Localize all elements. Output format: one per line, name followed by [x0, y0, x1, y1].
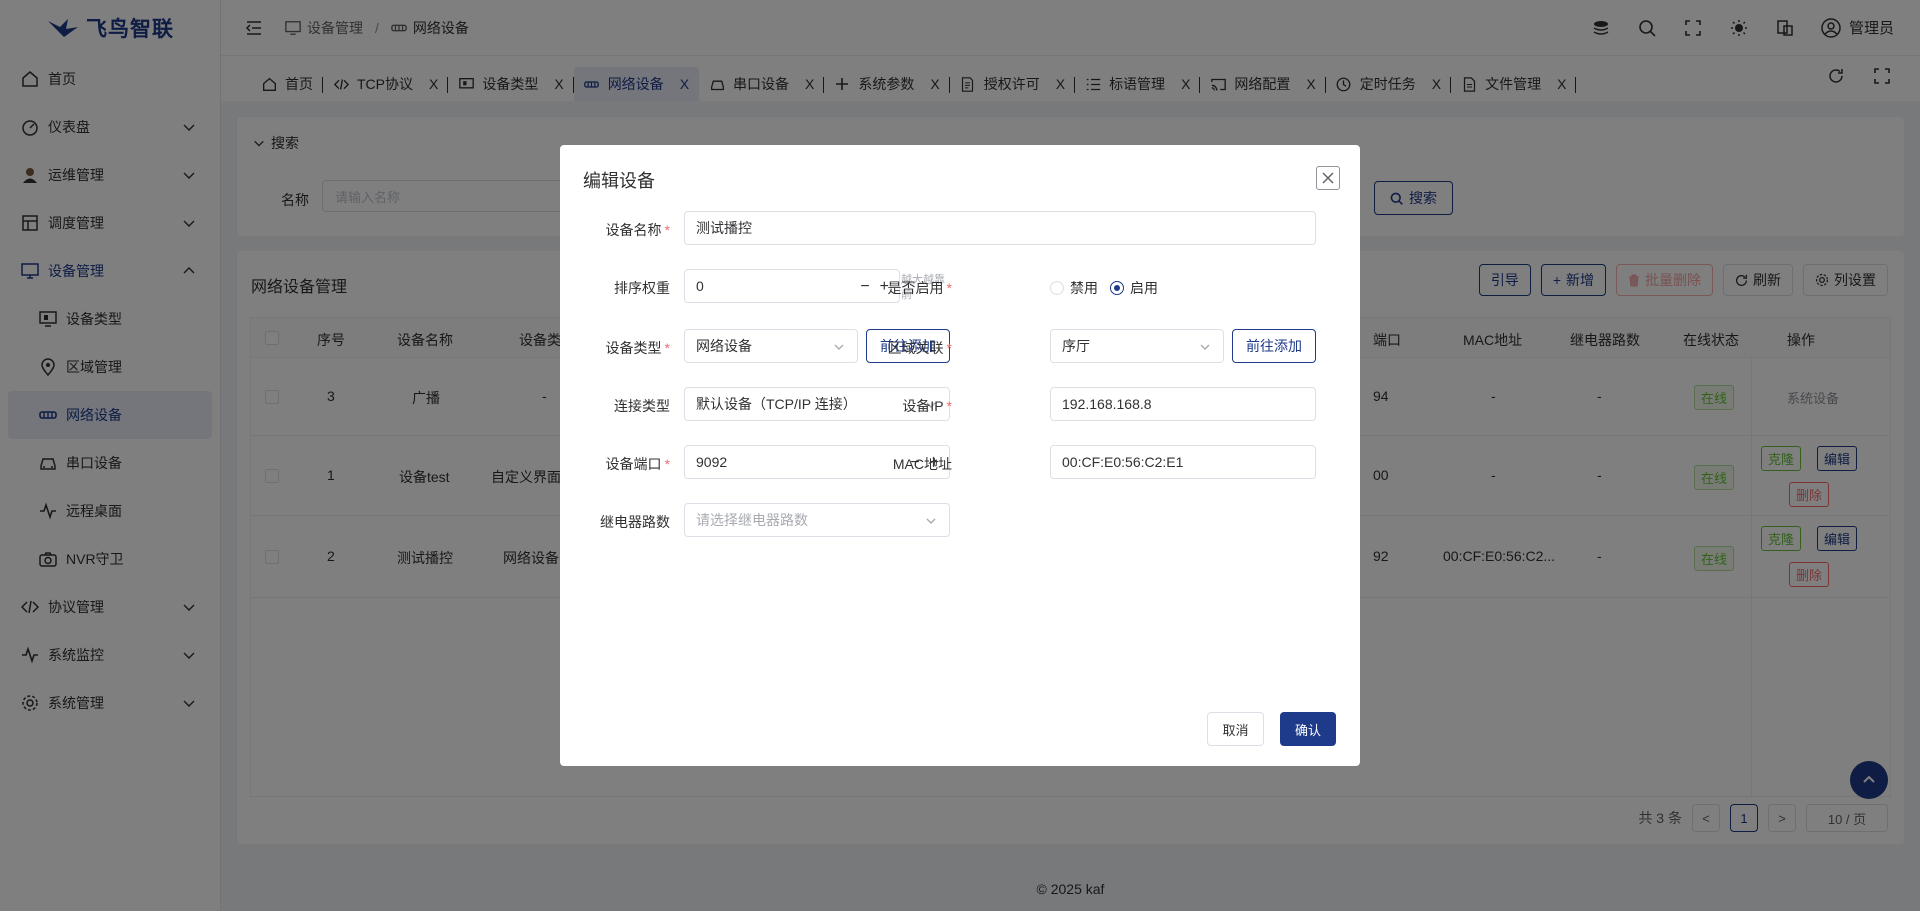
sort-weight-label: 排序权重: [614, 280, 670, 296]
chevron-down-icon: [926, 518, 936, 524]
device-type-select[interactable]: 网络设备: [684, 329, 858, 363]
area-select[interactable]: 序厅: [1050, 329, 1224, 363]
device-type-value: 网络设备: [696, 338, 752, 354]
device-port-label-text: 设备端口: [605, 456, 662, 472]
device-name-label: 设备名称 *: [560, 220, 670, 240]
radio-label: 禁用: [1070, 280, 1098, 296]
required-mark: *: [664, 456, 670, 472]
device-type-label-text: 设备类型: [605, 340, 662, 356]
relay-placeholder: 请选择继电器路数: [696, 512, 808, 528]
relay-label: 继电器路数: [600, 514, 670, 530]
required-mark: *: [946, 280, 952, 296]
required-mark: *: [946, 398, 952, 414]
conn-type-value: 默认设备（TCP/IP 连接）: [696, 396, 857, 412]
area-label-text: 区域关联: [887, 340, 944, 356]
device-type-label: 设备类型 *: [560, 338, 670, 358]
cancel-button[interactable]: 取消: [1207, 712, 1264, 746]
required-mark: *: [664, 222, 670, 238]
device-name-label-text: 设备名称: [605, 222, 662, 238]
required-mark: *: [664, 340, 670, 356]
radio-enabled[interactable]: 启用: [1110, 278, 1158, 298]
mac-input[interactable]: 00:CF:E0:56:C2:E1: [1050, 445, 1316, 479]
radio-circle-selected: [1110, 281, 1124, 295]
radio-label: 启用: [1130, 280, 1158, 296]
device-port-label: 设备端口 *: [560, 454, 670, 474]
device-ip-label: 设备IP *: [857, 396, 952, 416]
device-ip-input[interactable]: 192.168.168.8: [1050, 387, 1316, 421]
chevron-down-icon: [1200, 344, 1210, 350]
confirm-button[interactable]: 确认: [1280, 712, 1336, 746]
radio-circle: [1050, 281, 1064, 295]
enabled-label: 是否启用 *: [857, 278, 952, 298]
edit-device-dialog: 编辑设备 设备名称 * 测试播控 排序权重 0 − + 越大越靠前 是否启用 * 禁…: [560, 145, 1360, 766]
chevron-down-icon: [834, 344, 844, 350]
enabled-label-text: 是否启用: [887, 280, 944, 296]
required-mark: *: [946, 340, 952, 356]
device-port-value: 9092: [696, 454, 728, 470]
conn-type-label: 连接类型: [614, 398, 670, 414]
close-icon: [1322, 172, 1334, 184]
dialog-title: 编辑设备: [583, 171, 655, 191]
radio-disabled[interactable]: 禁用: [1050, 278, 1098, 298]
mac-label: MAC地址: [892, 456, 952, 472]
device-ip-label-text: 设备IP: [902, 398, 944, 414]
sort-weight-value: 0: [696, 278, 704, 294]
area-value: 序厅: [1062, 338, 1090, 354]
close-button[interactable]: [1316, 166, 1340, 190]
relay-select[interactable]: 请选择继电器路数: [684, 503, 950, 537]
device-name-input[interactable]: 测试播控: [684, 211, 1316, 245]
goto-add-area-button[interactable]: 前往添加: [1232, 329, 1316, 363]
area-label: 区域关联 *: [857, 338, 952, 358]
